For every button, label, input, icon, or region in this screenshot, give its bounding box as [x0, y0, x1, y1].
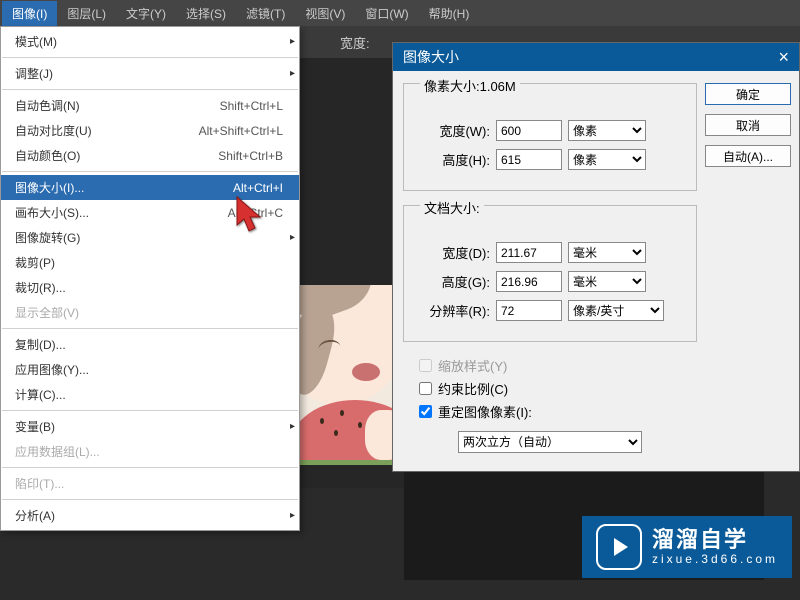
doc-width-label: 宽度(D):: [414, 243, 490, 262]
menu-apply-image[interactable]: 应用图像(Y)...: [1, 357, 299, 382]
menu-image[interactable]: 图像(I): [2, 1, 57, 26]
menubar: 图像(I) 图层(L) 文字(Y) 选择(S) 滤镜(T) 视图(V) 窗口(W…: [0, 0, 800, 26]
menu-view[interactable]: 视图(V): [295, 1, 355, 26]
menu-reveal-all: 显示全部(V): [1, 300, 299, 325]
menu-crop[interactable]: 裁剪(P): [1, 250, 299, 275]
menu-filter[interactable]: 滤镜(T): [236, 1, 295, 26]
submenu-arrow-icon: ▸: [290, 68, 295, 79]
document-artwork: [300, 285, 400, 465]
doc-width-input[interactable]: [496, 242, 562, 263]
px-width-unit[interactable]: 像素: [568, 120, 646, 141]
resolution-input[interactable]: [496, 300, 562, 321]
play-icon: [596, 524, 642, 570]
watermark: 溜溜自学 zixue.3d66.com: [582, 516, 792, 578]
menu-layer[interactable]: 图层(L): [57, 1, 116, 26]
px-height-input[interactable]: [496, 149, 562, 170]
doc-height-unit[interactable]: 毫米: [568, 271, 646, 292]
scale-styles-checkbox: [419, 359, 432, 372]
close-icon[interactable]: ×: [778, 47, 789, 68]
watermark-cn: 溜溜自学: [652, 528, 778, 552]
px-width-input[interactable]: [496, 120, 562, 141]
menu-auto-contrast[interactable]: 自动对比度(U)Alt+Shift+Ctrl+L: [1, 118, 299, 143]
document-size-legend: 文档大小:: [420, 198, 484, 217]
submenu-arrow-icon: ▸: [290, 36, 295, 47]
ok-button[interactable]: 确定: [705, 83, 791, 105]
image-menu: 模式(M)▸ 调整(J)▸ 自动色调(N)Shift+Ctrl+L 自动对比度(…: [0, 26, 300, 531]
menu-trap: 陷印(T)...: [1, 471, 299, 496]
menu-trim[interactable]: 裁切(R)...: [1, 275, 299, 300]
image-size-dialog: 图像大小 × 像素大小:1.06M 宽度(W): 像素 高度(H): 像素 文档…: [392, 42, 800, 472]
menu-analysis[interactable]: 分析(A)▸: [1, 503, 299, 528]
constrain-checkbox[interactable]: [419, 382, 432, 395]
menu-text[interactable]: 文字(Y): [116, 1, 176, 26]
interpolation-select[interactable]: 两次立方（自动）: [458, 431, 642, 453]
width-label: 宽度:: [340, 33, 370, 52]
auto-button[interactable]: 自动(A)...: [705, 145, 791, 167]
menu-mode[interactable]: 模式(M)▸: [1, 29, 299, 54]
dialog-title-text: 图像大小: [403, 47, 459, 67]
cancel-button[interactable]: 取消: [705, 114, 791, 136]
menu-help[interactable]: 帮助(H): [419, 1, 480, 26]
doc-width-unit[interactable]: 毫米: [568, 242, 646, 263]
submenu-arrow-icon: ▸: [290, 232, 295, 243]
doc-height-label: 高度(G):: [414, 272, 490, 291]
menu-adjust[interactable]: 调整(J)▸: [1, 61, 299, 86]
submenu-arrow-icon: ▸: [290, 421, 295, 432]
menu-window[interactable]: 窗口(W): [355, 1, 418, 26]
scale-styles-row: 缩放样式(Y): [419, 356, 697, 375]
menu-calculations[interactable]: 计算(C)...: [1, 382, 299, 407]
resolution-unit[interactable]: 像素/英寸: [568, 300, 664, 321]
menu-image-size[interactable]: 图像大小(I)...Alt+Ctrl+I: [1, 175, 299, 200]
constrain-row: 约束比例(C): [419, 379, 697, 398]
watermark-en: zixue.3d66.com: [652, 553, 778, 566]
menu-image-rotate[interactable]: 图像旋转(G)▸: [1, 225, 299, 250]
menu-auto-tone[interactable]: 自动色调(N)Shift+Ctrl+L: [1, 93, 299, 118]
pixel-dimensions-legend: 像素大小:1.06M: [420, 76, 520, 95]
menu-canvas-size[interactable]: 画布大小(S)...Alt+Ctrl+C: [1, 200, 299, 225]
resample-row: 重定图像像素(I):: [419, 402, 697, 421]
menu-variables[interactable]: 变量(B)▸: [1, 414, 299, 439]
resample-checkbox[interactable]: [419, 405, 432, 418]
menu-auto-color[interactable]: 自动颜色(O)Shift+Ctrl+B: [1, 143, 299, 168]
px-height-unit[interactable]: 像素: [568, 149, 646, 170]
menu-select[interactable]: 选择(S): [176, 1, 236, 26]
dialog-titlebar: 图像大小 ×: [393, 43, 799, 71]
doc-height-input[interactable]: [496, 271, 562, 292]
px-width-label: 宽度(W):: [414, 121, 490, 140]
submenu-arrow-icon: ▸: [290, 510, 295, 521]
menu-duplicate[interactable]: 复制(D)...: [1, 332, 299, 357]
px-height-label: 高度(H):: [414, 150, 490, 169]
resolution-label: 分辨率(R):: [414, 301, 490, 320]
menu-apply-dataset: 应用数据组(L)...: [1, 439, 299, 464]
